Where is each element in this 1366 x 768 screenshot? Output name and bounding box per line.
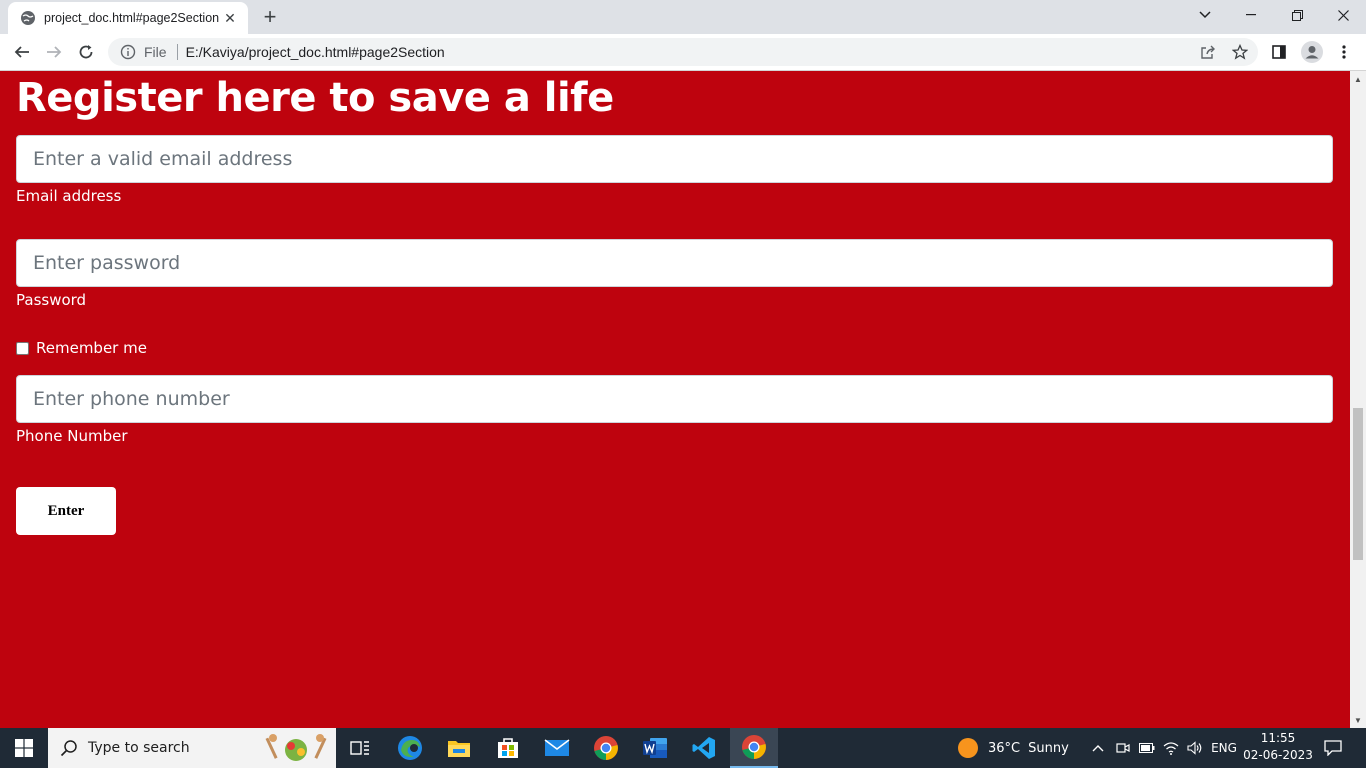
chrome-active-icon[interactable] — [730, 728, 778, 768]
microsoft-store-icon[interactable] — [484, 728, 532, 768]
file-explorer-icon[interactable] — [435, 728, 483, 768]
mail-icon[interactable] — [533, 728, 581, 768]
minimize-button[interactable] — [1228, 0, 1274, 30]
scroll-up-arrow-icon[interactable]: ▲ — [1350, 71, 1366, 87]
weather-condition: Sunny — [1028, 740, 1069, 756]
browser-menu-icon[interactable] — [1330, 38, 1358, 66]
side-panel-icon[interactable] — [1265, 38, 1293, 66]
reload-icon — [79, 45, 93, 59]
vscode-icon[interactable] — [680, 728, 728, 768]
start-button[interactable] — [0, 728, 48, 768]
taskbar-search-placeholder: Type to search — [88, 740, 190, 756]
address-bar[interactable]: File E:/Kaviya/project_doc.html#page2Sec… — [108, 38, 1258, 66]
email-input[interactable] — [16, 135, 1333, 183]
taskbar-search-box[interactable]: Type to search — [48, 728, 336, 768]
sun-icon — [958, 738, 978, 758]
new-tab-button[interactable]: + — [258, 4, 282, 29]
back-button[interactable] — [8, 38, 36, 66]
page-scrollbar[interactable]: ▲ ▼ — [1350, 71, 1366, 728]
bookmark-star-icon[interactable] — [1226, 38, 1254, 66]
tab-close-icon[interactable]: ✕ — [220, 8, 240, 28]
share-icon[interactable] — [1194, 38, 1222, 66]
password-input[interactable] — [16, 239, 1333, 287]
weather-temp: 36°C — [988, 740, 1021, 756]
globe-icon — [21, 11, 35, 25]
page-content: Register here to save a life Email addre… — [0, 71, 1350, 728]
phone-label: Phone Number — [16, 427, 128, 445]
edge-icon[interactable] — [386, 728, 434, 768]
clock-time: 11:55 — [1260, 731, 1296, 745]
input-language-indicator[interactable]: ENG — [1208, 728, 1240, 768]
reload-button[interactable] — [72, 38, 100, 66]
show-hidden-icons-chevron-icon[interactable] — [1088, 728, 1108, 768]
taskbar-clock[interactable]: 11:55 02-06-2023 — [1240, 730, 1316, 766]
enter-button[interactable]: Enter — [16, 487, 116, 535]
search-highlight-illustration-icon — [265, 734, 327, 761]
page-heading: Register here to save a life — [16, 75, 614, 121]
restore-button[interactable] — [1274, 0, 1320, 30]
windows-taskbar: Type to search 36°C Sunny ENG 11:55 02-0… — [0, 728, 1366, 768]
scheme-label: File — [144, 44, 167, 60]
close-window-button[interactable] — [1320, 0, 1366, 30]
site-info-icon[interactable] — [120, 44, 136, 60]
word-icon[interactable] — [631, 728, 679, 768]
wifi-icon[interactable] — [1160, 728, 1182, 768]
search-icon — [60, 740, 77, 757]
weather-widget[interactable]: 36°C Sunny — [958, 728, 1069, 768]
tab-title: project_doc.html#page2Section — [44, 11, 220, 25]
email-label: Email address — [16, 187, 122, 205]
forward-arrow-icon — [47, 46, 62, 58]
remember-me-row: Remember me — [16, 339, 147, 357]
task-view-icon[interactable] — [336, 728, 384, 768]
back-arrow-icon — [14, 46, 29, 58]
remember-me-checkbox[interactable] — [16, 341, 29, 355]
tab-strip: project_doc.html#page2Section ✕ + — [0, 0, 1366, 34]
scroll-down-arrow-icon[interactable]: ▼ — [1350, 712, 1366, 728]
windows-logo-icon — [15, 739, 33, 757]
profile-avatar[interactable] — [1298, 38, 1326, 66]
chrome-icon[interactable] — [582, 728, 630, 768]
volume-icon[interactable] — [1184, 728, 1206, 768]
scrollbar-thumb[interactable] — [1353, 408, 1363, 560]
tab-search-chevron-icon[interactable] — [1182, 0, 1228, 30]
browser-tab-active[interactable]: project_doc.html#page2Section ✕ — [8, 2, 248, 34]
clock-date: 02-06-2023 — [1243, 748, 1313, 762]
browser-toolbar: File E:/Kaviya/project_doc.html#page2Sec… — [0, 34, 1366, 71]
omnibox-divider — [176, 44, 178, 60]
phone-input[interactable] — [16, 375, 1333, 423]
forward-button[interactable] — [40, 38, 68, 66]
battery-icon[interactable] — [1136, 728, 1158, 768]
url-text[interactable]: E:/Kaviya/project_doc.html#page2Section — [186, 44, 445, 60]
notification-center-icon[interactable] — [1318, 728, 1348, 768]
password-label: Password — [16, 291, 87, 309]
remember-me-label[interactable]: Remember me — [36, 339, 147, 357]
meet-now-icon[interactable] — [1112, 728, 1134, 768]
